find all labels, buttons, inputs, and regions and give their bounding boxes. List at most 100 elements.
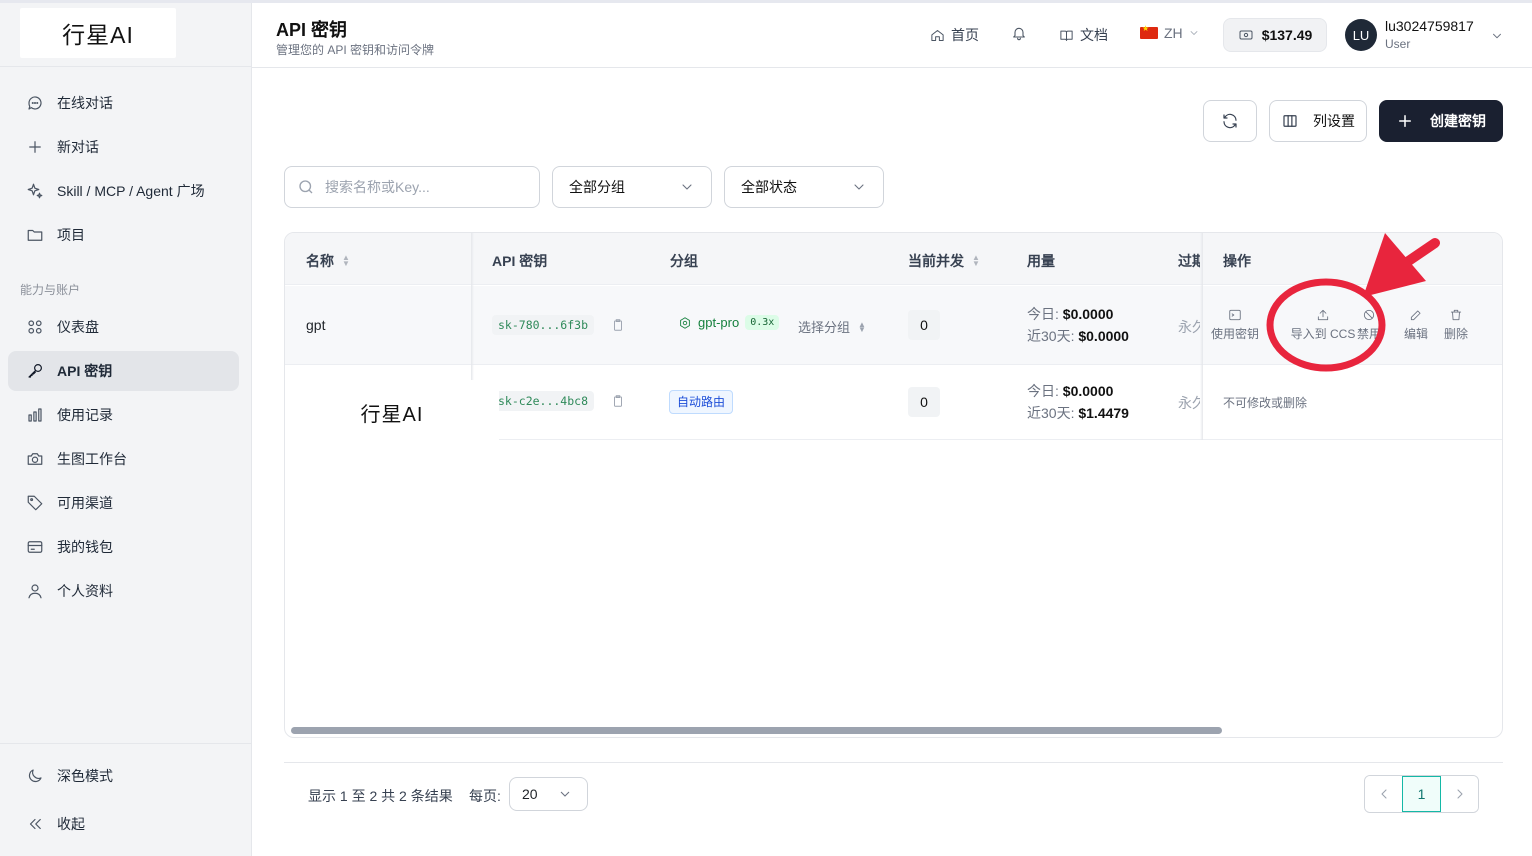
copy-icon[interactable]: [611, 394, 625, 408]
plus-icon: [1399, 115, 1411, 127]
sidebar-item-label: API 密钥: [57, 363, 113, 379]
usage-30d-value: $0.0000: [1078, 328, 1129, 344]
sidebar-item-label: 项目: [57, 227, 85, 243]
user-icon: [25, 581, 45, 601]
sparkle-icon: [25, 181, 45, 201]
prev-page-button[interactable]: [1365, 776, 1402, 812]
collapse-sidebar-button[interactable]: 收起: [8, 804, 239, 844]
collapse-label: 收起: [57, 816, 85, 832]
column-header-label: 当前并发: [908, 253, 964, 269]
upload-icon: [1317, 309, 1329, 321]
disable-button[interactable]: 禁用: [1354, 308, 1384, 342]
disable-label: 禁用: [1356, 327, 1381, 341]
docs-link[interactable]: 文档: [1059, 25, 1108, 45]
sidebar-item-projects[interactable]: 项目: [8, 215, 239, 255]
brand-logo[interactable]: 行星AI: [20, 8, 176, 58]
sidebar-item-label: 新对话: [57, 139, 99, 155]
column-header-expires: 过期: [1178, 251, 1200, 271]
column-settings-label: 列设置: [1313, 113, 1355, 129]
group-badge: gpt-pro 0.3x: [678, 315, 780, 330]
sidebar-item-label: 在线对话: [57, 95, 113, 111]
updown-chevron-icon: ▲ ▼: [858, 319, 866, 334]
per-page-label: 每页:: [469, 788, 501, 804]
home-link[interactable]: 首页: [930, 25, 979, 45]
sidebar-item-new-chat[interactable]: 新对话: [8, 127, 239, 167]
group-name: gpt-pro: [698, 315, 740, 330]
sidebar-item-image-studio[interactable]: 生图工作台: [8, 439, 239, 479]
refresh-icon: [1223, 113, 1237, 129]
sidebar-item-label: 我的钱包: [57, 539, 113, 555]
delete-button[interactable]: 删除: [1437, 308, 1475, 342]
page-number-current[interactable]: 1: [1402, 776, 1441, 812]
chevron-down-icon: [854, 184, 864, 190]
concurrency-value: 0: [908, 387, 940, 417]
terminal-icon: [1229, 309, 1241, 321]
use-key-label: 使用密钥: [1210, 327, 1259, 341]
per-page-select[interactable]: 20: [509, 777, 588, 811]
status-filter-select[interactable]: 全部状态: [724, 166, 884, 208]
balance-badge[interactable]: $137.49: [1223, 18, 1327, 52]
chevron-down-icon: [560, 791, 570, 797]
status-filter-value: 全部状态: [741, 179, 797, 195]
usage-30d-value: $1.4479: [1078, 405, 1129, 421]
camera-icon: [25, 449, 45, 469]
chevron-down-icon: [682, 184, 692, 190]
docs-label: 文档: [1080, 27, 1108, 43]
columns-icon: [1283, 115, 1297, 127]
sidebar-item-skill-plaza[interactable]: Skill / MCP / Agent 广场: [8, 171, 239, 211]
sidebar-item-label: 仪表盘: [57, 319, 99, 335]
notifications-button[interactable]: [1011, 25, 1033, 41]
auto-route-badge: 自动路由: [669, 390, 734, 414]
openai-icon: [680, 316, 690, 329]
horizontal-scrollbar[interactable]: [291, 727, 1222, 734]
sidebar-item-label: 个人资料: [57, 583, 113, 599]
create-key-button[interactable]: 创建密钥: [1379, 100, 1503, 142]
group-filter-select[interactable]: 全部分组: [552, 166, 712, 208]
select-group-dropdown[interactable]: 选择分组 ▲ ▼: [798, 317, 866, 336]
bar-chart-icon: [25, 405, 45, 425]
pagination-summary: 显示 1 至 2 共 2 条结果: [308, 788, 453, 804]
search-input[interactable]: [325, 179, 515, 195]
trash-icon: [1450, 309, 1462, 321]
select-group-label: 选择分组: [798, 320, 851, 335]
search-box[interactable]: [284, 166, 540, 208]
column-header-concurrency[interactable]: 当前并发 ▲ ▼: [908, 251, 980, 271]
copy-icon[interactable]: [611, 318, 625, 332]
column-header-label: 分组: [670, 253, 698, 269]
column-settings-button[interactable]: 列设置: [1269, 100, 1367, 142]
sidebar-item-dashboard[interactable]: 仪表盘: [8, 307, 239, 347]
chat-icon: [25, 93, 45, 113]
row-actions: 使用密钥 导入到 CCS 禁用 编辑 删除: [1202, 286, 1502, 365]
sidebar-item-online-chat[interactable]: 在线对话: [8, 83, 239, 123]
api-key-value: sk-c2e...4bc8: [492, 391, 595, 411]
sidebar-item-wallet[interactable]: 我的钱包: [8, 527, 239, 567]
api-keys-table: 名称 ▲▼ API 密钥 分组 当前并发 ▲▼ 用量 过期 操作 gpt sk-…: [284, 232, 1503, 738]
concurrency-value: 0: [908, 310, 940, 340]
use-key-button[interactable]: 使用密钥: [1205, 308, 1265, 342]
language-selector[interactable]: ZH: [1140, 24, 1200, 41]
dark-mode-toggle[interactable]: 深色模式: [8, 756, 239, 796]
avatar[interactable]: LU: [1345, 19, 1377, 51]
edit-icon: [1410, 310, 1421, 321]
sidebar-item-usage-records[interactable]: 使用记录: [8, 395, 239, 435]
sidebar-item-profile[interactable]: 个人资料: [8, 571, 239, 611]
refresh-button[interactable]: [1203, 100, 1257, 142]
sidebar-item-channels[interactable]: 可用渠道: [8, 483, 239, 523]
ban-icon: [1363, 309, 1375, 321]
user-name[interactable]: lu3024759817: [1385, 18, 1474, 34]
column-header-name[interactable]: 名称 ▲ ▼: [306, 251, 350, 271]
chevron-left-icon: [1380, 789, 1387, 799]
edit-button[interactable]: 编辑: [1397, 308, 1435, 342]
sidebar-item-api-keys[interactable]: API 密钥: [8, 351, 239, 391]
china-flag-icon: [1140, 24, 1158, 39]
wallet-icon: [25, 537, 45, 557]
language-label: ZH: [1164, 25, 1183, 41]
user-menu-chevron-icon[interactable]: [1490, 29, 1504, 46]
sidebar-item-label: 可用渠道: [57, 495, 113, 511]
bell-icon: [1013, 27, 1025, 41]
user-role: User: [1385, 37, 1411, 51]
column-header-label: API 密钥: [492, 253, 548, 269]
next-page-button[interactable]: [1441, 776, 1478, 812]
usage-30d-label: 近30天:: [1027, 405, 1075, 421]
column-header-group: 分组: [670, 251, 698, 271]
